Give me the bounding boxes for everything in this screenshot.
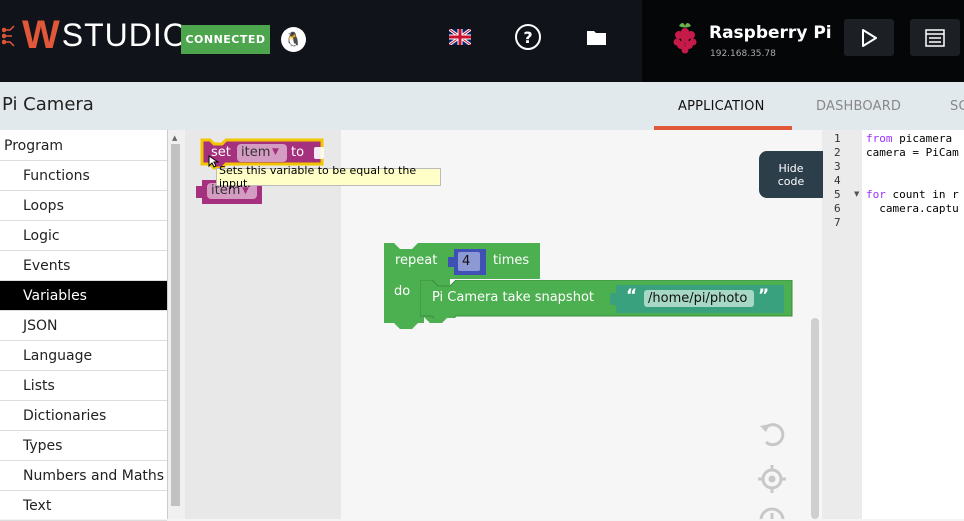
cursor-icon	[208, 155, 219, 168]
uk-flag-icon[interactable]	[449, 29, 471, 45]
line-number: 3	[834, 160, 841, 173]
line-number: 7	[834, 216, 841, 229]
code-line: camera.captu	[866, 202, 959, 215]
sidebar-item-lists[interactable]: Lists	[0, 371, 167, 401]
chevron-down-icon: ▼	[272, 147, 279, 157]
line-number: 4	[834, 174, 841, 187]
console-icon	[925, 28, 945, 47]
run-button[interactable]	[844, 19, 894, 56]
play-icon	[862, 28, 877, 47]
hide-code-button[interactable]: Hide code	[759, 151, 823, 198]
sidebar-item-language[interactable]: Language	[0, 341, 167, 371]
line-number: 6	[834, 202, 841, 215]
line-number: 5	[834, 188, 841, 201]
repeat-keyword: repeat	[395, 253, 438, 268]
tab-application[interactable]: APPLICATION	[678, 99, 765, 114]
open-quote-icon: “	[626, 286, 638, 306]
to-keyword: to	[291, 145, 305, 160]
line-number: 1	[834, 132, 841, 145]
scroll-up-arrow-icon[interactable]: ▲	[172, 134, 177, 142]
close-quote-icon: ”	[758, 286, 770, 306]
sidebar-item-functions[interactable]: Functions	[0, 161, 167, 191]
times-keyword: times	[493, 253, 530, 268]
repeat-count[interactable]: 4	[462, 254, 470, 269]
hide-code-label-2: code	[777, 174, 805, 188]
folder-icon[interactable]	[587, 29, 606, 45]
connection-badge: CONNECTED	[181, 25, 270, 54]
hide-code-label-1: Hide	[778, 161, 804, 175]
help-icon[interactable]: ?	[515, 24, 541, 50]
app-logo[interactable]: W STUDIO	[0, 12, 189, 57]
raspberry-pi-icon	[673, 23, 697, 54]
logo-mark: W	[22, 12, 60, 57]
sidebar-item-loops[interactable]: Loops	[0, 191, 167, 221]
sidebar-item-logic[interactable]: Logic	[0, 221, 167, 251]
project-title: Pi Camera	[2, 94, 94, 115]
tab-dashboard[interactable]: DASHBOARD	[816, 99, 901, 114]
code-line: for count in r	[866, 188, 959, 201]
code-keyword: for	[866, 188, 886, 201]
toolbox-sidebar: Program Functions Loops Logic Events Var…	[0, 130, 168, 521]
fold-arrow-icon[interactable]: ▼	[854, 190, 859, 198]
sidebar-item-program[interactable]: Program	[0, 131, 167, 161]
sidebar-item-types[interactable]: Types	[0, 431, 167, 461]
sidebar-item-dictionaries[interactable]: Dictionaries	[0, 401, 167, 431]
tab-schematics[interactable]: SC	[950, 99, 964, 114]
text-value: /home/pi/photo	[648, 291, 748, 306]
sidebar-item-events[interactable]: Events	[0, 251, 167, 281]
block-tooltip: Sets this variable to be equal to the in…	[216, 164, 441, 190]
code-keyword: from	[866, 132, 893, 145]
device-name: Raspberry Pi	[709, 23, 832, 43]
sidebar-item-variables[interactable]: Variables	[0, 281, 167, 311]
sidebar-item-json[interactable]: JSON	[0, 311, 167, 341]
variable-dropdown-label: item	[241, 145, 271, 160]
sidebar-item-text[interactable]: Text	[0, 491, 167, 521]
workspace-scrollbar[interactable]	[811, 318, 819, 519]
device-ip: 192.168.35.78	[710, 49, 776, 59]
sidebar-scroll-thumb[interactable]	[171, 144, 180, 506]
line-number: 2	[834, 146, 841, 159]
console-button[interactable]	[910, 19, 960, 56]
project-bar: Pi Camera APPLICATION DASHBOARD SC	[0, 82, 964, 130]
code-line: camera = PiCam	[866, 146, 959, 159]
recenter-icon[interactable]	[758, 465, 786, 493]
logo-text: STUDIO	[61, 16, 189, 53]
linux-icon: 🐧	[281, 27, 306, 52]
sidebar-item-numbers-and-maths[interactable]: Numbers and Maths	[0, 461, 167, 491]
code-line: from picamera	[866, 132, 952, 145]
circuit-icon	[2, 25, 15, 47]
snapshot-label: Pi Camera take snapshot	[432, 290, 594, 305]
do-keyword: do	[394, 284, 411, 299]
undo-icon[interactable]	[758, 420, 786, 448]
zoom-in-icon[interactable]	[758, 506, 786, 519]
code-text: count in r	[885, 188, 959, 201]
code-text: picamera	[892, 132, 953, 145]
